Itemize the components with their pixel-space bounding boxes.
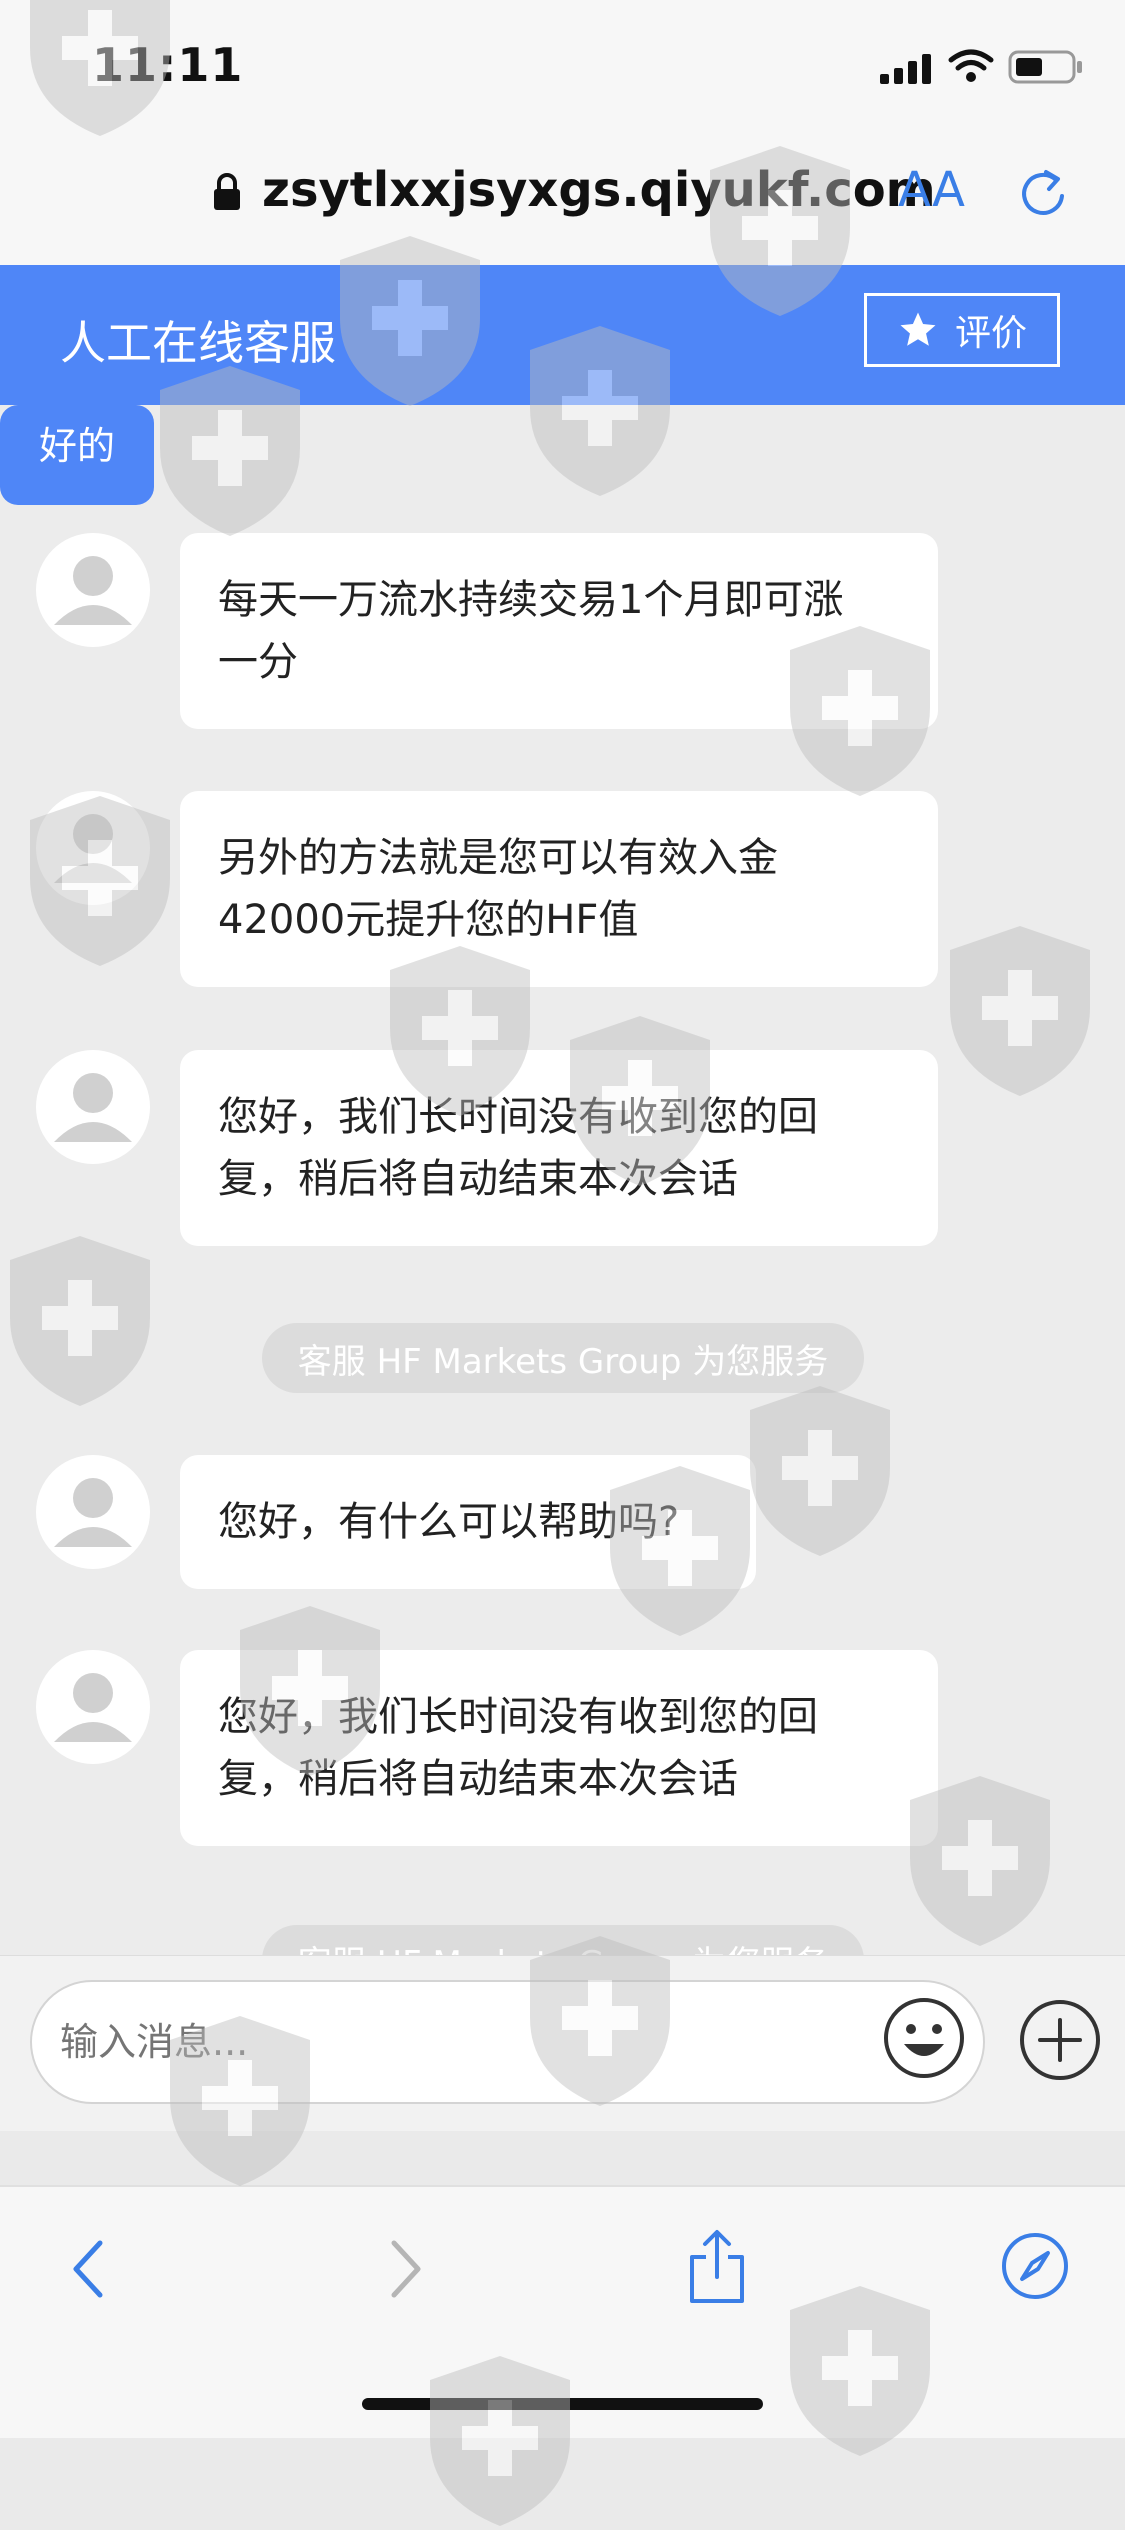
agent-message-bubble: 每天一万流水持续交易1个月即可涨 一分 bbox=[180, 533, 938, 729]
agent-avatar bbox=[36, 1650, 150, 1764]
chat-list[interactable]: 好的 每天一万流水持续交易1个月即可涨 一分 另外的方法就是您可以有效入金 42… bbox=[0, 405, 1125, 1955]
share-icon[interactable] bbox=[686, 2227, 748, 2307]
message-line: 一分 bbox=[218, 639, 298, 685]
wifi-icon bbox=[948, 49, 994, 82]
address-bar[interactable]: zsytlxxjsyxgs.qiyukf.com AA bbox=[0, 140, 1125, 265]
agent-message-bubble: 您好，我们长时间没有收到您的回 复，稍后将自动结束本次会话 bbox=[180, 1050, 938, 1246]
composer-bar bbox=[0, 1955, 1125, 2131]
rate-button[interactable]: 评价 bbox=[864, 293, 1060, 367]
message-line: 您好，我们长时间没有收到您的回 bbox=[218, 1694, 818, 1740]
agent-message-bubble: 您好，有什么可以帮助吗? bbox=[180, 1455, 756, 1589]
agent-avatar bbox=[36, 1455, 150, 1569]
url-text[interactable]: zsytlxxjsyxgs.qiyukf.com bbox=[262, 162, 936, 218]
agent-avatar bbox=[36, 1050, 150, 1164]
star-icon bbox=[900, 312, 936, 346]
agent-avatar bbox=[36, 533, 150, 647]
message-text: 好的 bbox=[38, 424, 115, 468]
system-notice: 客服 HF Markets Group 为您服务 bbox=[262, 1323, 864, 1393]
chat-header: 人工在线客服 评价 bbox=[0, 265, 1125, 405]
status-bar: 11:11 bbox=[0, 0, 1125, 140]
agent-message-bubble: 您好，我们长时间没有收到您的回 复，稍后将自动结束本次会话 bbox=[180, 1650, 938, 1846]
back-icon[interactable] bbox=[66, 2237, 110, 2301]
battery-icon bbox=[1008, 50, 1082, 84]
system-notice: 客服 HF Markets Group 为您服务 bbox=[262, 1925, 864, 1955]
text-size-button[interactable]: AA bbox=[898, 162, 965, 218]
reload-icon[interactable] bbox=[1016, 164, 1070, 222]
status-time: 11:11 bbox=[92, 38, 244, 92]
emoji-icon[interactable] bbox=[882, 1996, 966, 2080]
message-line: 另外的方法就是您可以有效入金 bbox=[218, 835, 778, 881]
message-line: 复，稍后将自动结束本次会话 bbox=[218, 1756, 738, 1802]
compass-icon[interactable] bbox=[1000, 2231, 1070, 2301]
lock-icon bbox=[214, 173, 240, 210]
agent-avatar bbox=[36, 791, 150, 905]
home-indicator bbox=[362, 2398, 763, 2410]
message-input[interactable] bbox=[30, 1980, 985, 2104]
agent-message-bubble: 另外的方法就是您可以有效入金 42000元提升您的HF值 bbox=[180, 791, 938, 987]
cellular-signal-icon bbox=[880, 52, 934, 84]
forward-icon[interactable] bbox=[384, 2237, 428, 2301]
message-line: 您好，我们长时间没有收到您的回 bbox=[218, 1094, 818, 1140]
rate-label: 评价 bbox=[954, 313, 1027, 354]
message-line: 每天一万流水持续交易1个月即可涨 bbox=[218, 577, 844, 623]
add-attachment-icon[interactable] bbox=[1018, 1998, 1102, 2082]
message-line: 42000元提升您的HF值 bbox=[218, 897, 639, 943]
my-message-bubble: 好的 bbox=[0, 405, 154, 505]
page-title: 人工在线客服 bbox=[60, 316, 336, 370]
message-line: 您好，有什么可以帮助吗? bbox=[218, 1499, 680, 1545]
message-line: 复，稍后将自动结束本次会话 bbox=[218, 1156, 738, 1202]
